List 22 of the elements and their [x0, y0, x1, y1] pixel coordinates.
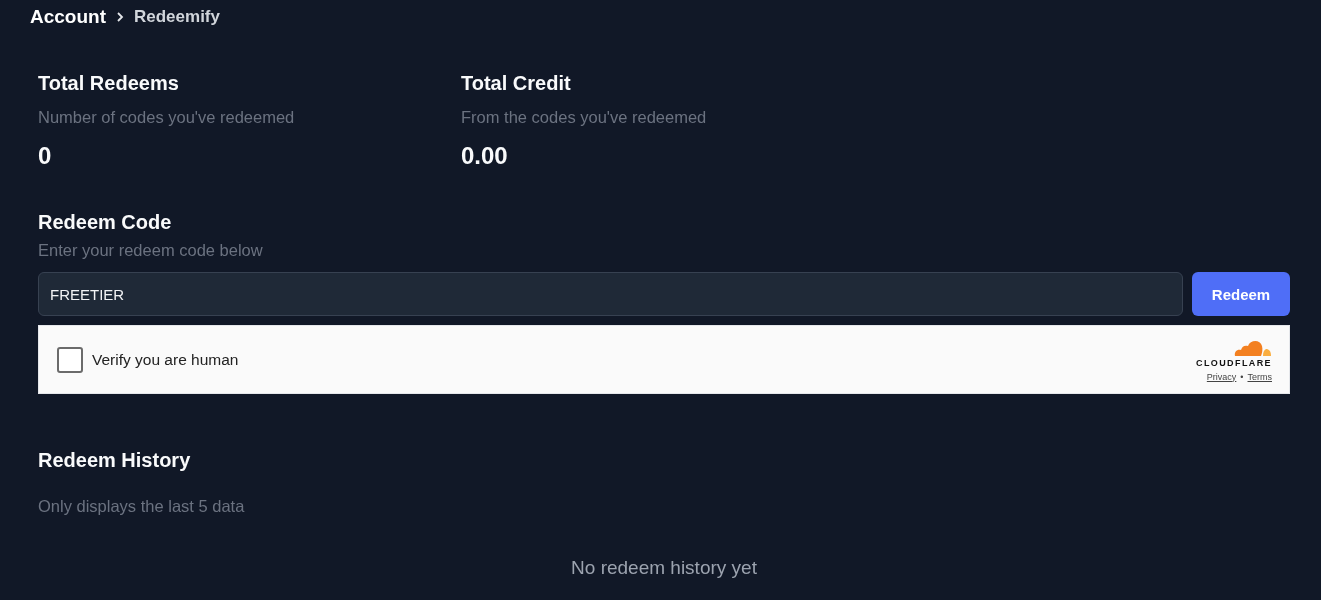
redeem-button[interactable]: Redeem: [1192, 272, 1290, 316]
breadcrumb-link[interactable]: Account: [30, 6, 106, 28]
checkbox[interactable]: [57, 346, 83, 373]
checkbox-label: Verify you are human: [92, 350, 240, 369]
stat-title: Total Credit: [461, 71, 572, 95]
separator-dot: •: [1240, 371, 1244, 382]
section-subtitle: Enter your redeem code below: [38, 240, 264, 260]
section-title: Redeem Code: [38, 210, 173, 234]
chevron-right-icon: [116, 12, 124, 22]
breadcrumb-current: Redeemify: [134, 7, 220, 27]
stat-title: Total Redeems: [38, 71, 180, 95]
section-subtitle: Only displays the last 5 data: [38, 496, 246, 516]
code-input-field[interactable]: FREETIER: [38, 272, 1183, 316]
stat-value: 0.00: [461, 142, 509, 170]
stat-subtitle: Number of codes you've redeemed: [38, 107, 296, 127]
empty-message: No redeem history yet: [570, 556, 758, 580]
stat-value: 0: [38, 142, 53, 170]
section-title: Redeem History: [38, 448, 192, 472]
privacy-link[interactable]: Privacy: [1206, 371, 1237, 382]
terms-link[interactable]: Terms: [1247, 371, 1272, 382]
stat-subtitle: From the codes you've redeemed: [461, 107, 708, 127]
brand-wordmark: CLOUDFLARE: [1196, 357, 1272, 368]
